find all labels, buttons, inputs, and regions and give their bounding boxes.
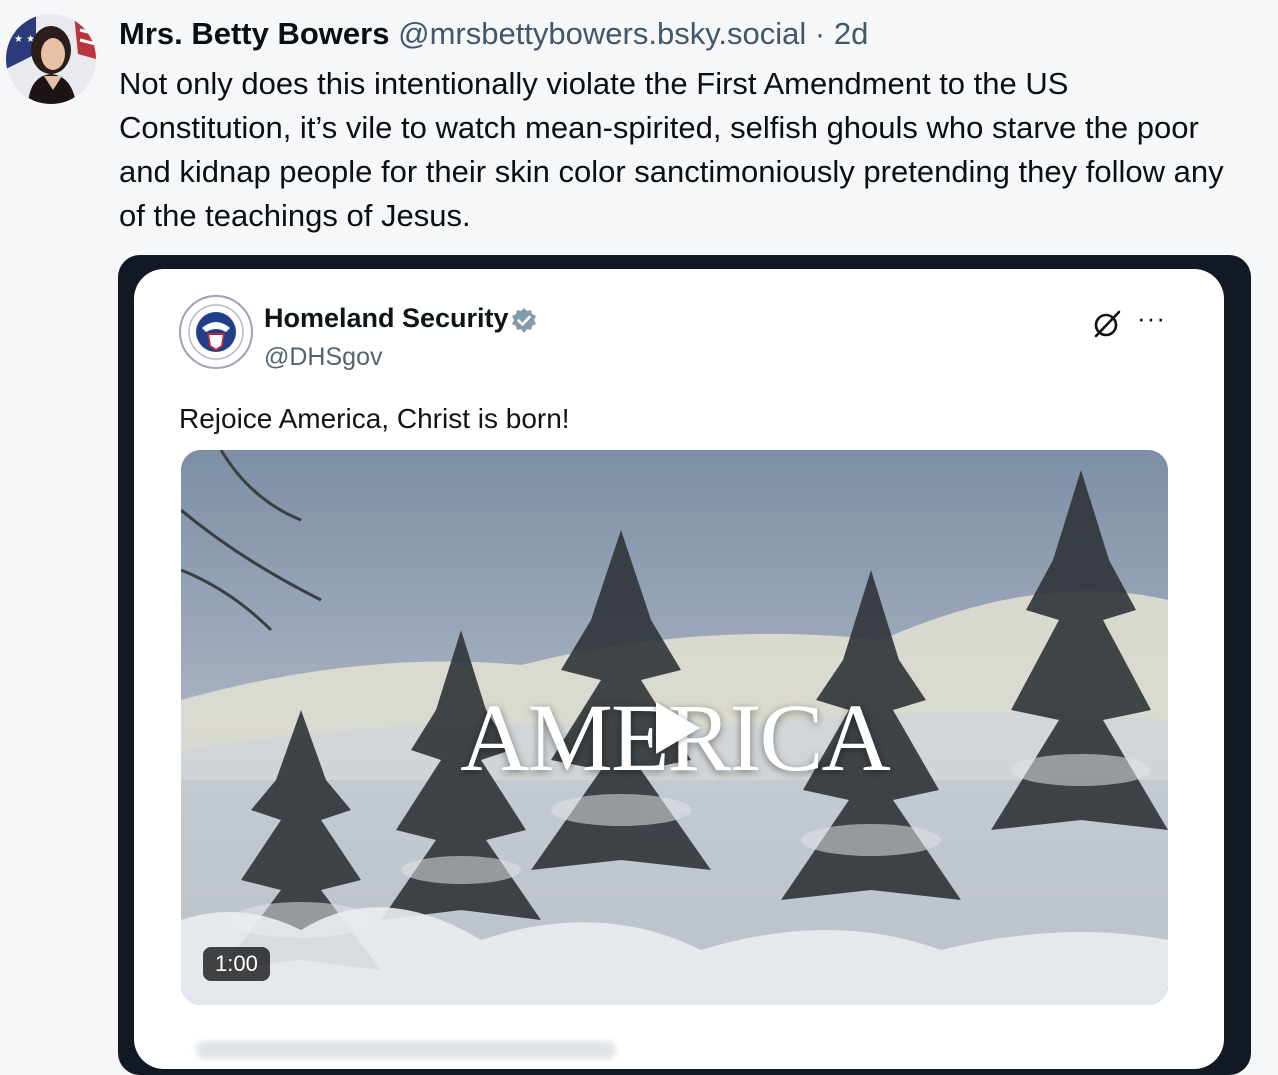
more-icon[interactable]: ···: [1137, 303, 1166, 334]
display-name[interactable]: Mrs. Betty Bowers: [119, 16, 389, 51]
video-duration-badge: 1:00: [203, 947, 270, 981]
verified-badge-icon: [510, 307, 538, 335]
embedded-post-text: Rejoice America, Christ is born!: [179, 403, 570, 434]
grok-icon[interactable]: [1092, 309, 1122, 339]
embedded-account-handle[interactable]: @DHSgov: [264, 343, 382, 372]
author-handle[interactable]: @mrsbettybowers.bsky.social: [398, 16, 806, 51]
embedded-image[interactable]: Homeland Security @DHSgov ··· Rejoice Am…: [118, 255, 1251, 1075]
post-header: Mrs. Betty Bowers @mrsbettybowers.bsky.s…: [119, 14, 868, 54]
avatar[interactable]: ★ ★: [6, 14, 96, 104]
video-player[interactable]: AMERICA 1:00: [181, 450, 1168, 1005]
play-icon[interactable]: [656, 702, 700, 754]
embedded-account-name[interactable]: Homeland Security: [264, 303, 509, 334]
embedded-post-card: Homeland Security @DHSgov ··· Rejoice Am…: [134, 269, 1224, 1069]
dhs-seal-icon: [178, 294, 254, 370]
embedded-timestamp-blurred: [196, 1041, 616, 1059]
post-age[interactable]: 2d: [834, 16, 868, 51]
post: ★ ★ Mrs. Betty Bowers @mrsbettybowers.bs…: [0, 0, 1278, 1075]
header-separator: ·: [814, 16, 826, 51]
post-text: Not only does this intentionally violate…: [119, 66, 1233, 233]
